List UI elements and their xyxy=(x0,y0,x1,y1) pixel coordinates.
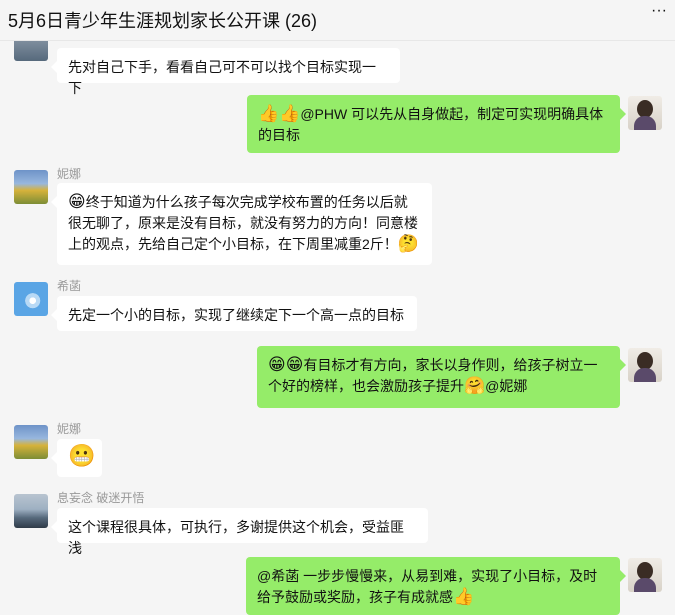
title-bar: 5月6日青少年生涯规划家长公开课 (26) ··· xyxy=(0,0,675,41)
message-text: 先定一个小的目标，实现了继续定下一个高一点的目标 xyxy=(68,307,404,323)
avatar-self[interactable] xyxy=(628,96,662,130)
mention-text: @妮娜 xyxy=(485,378,528,394)
message-text: 有目标才有方向，家长以身作则，给孩子树立一个好的榜样，也会激励孩子提升 xyxy=(268,357,598,394)
grimacing-face-icon: 😬 xyxy=(68,444,96,469)
avatar[interactable] xyxy=(14,170,48,204)
thumbs-up-icon: 👍👍 xyxy=(258,104,301,124)
sender-name: 息妄念 破迷开悟 xyxy=(57,491,145,505)
message-bubble[interactable]: 先对自己下手，看看自己可不可以找个目标实现一下 xyxy=(51,48,400,96)
avatar-self[interactable] xyxy=(628,348,662,382)
grinning-face-icon: 😁 xyxy=(68,192,86,212)
avatar[interactable] xyxy=(14,282,48,316)
avatar-self[interactable] xyxy=(628,558,662,592)
sender-name: 希菡 xyxy=(57,279,82,293)
hugging-face-icon: 🤗 xyxy=(464,376,486,396)
avatar[interactable] xyxy=(14,41,48,61)
message-text: @希菡 一步步慢慢来，从易到难，实现了小目标，及时给予鼓励或奖励，孩子有成就感 xyxy=(257,568,598,605)
message-text: 终于知道为什么孩子每次完成学校布置的任务以后就很无聊了，原来是没有目标，就没有努… xyxy=(68,194,418,252)
thumbs-up-icon: 👍 xyxy=(453,587,475,607)
more-options-icon[interactable]: ··· xyxy=(651,2,667,20)
message-bubble[interactable]: 先定一个小的目标，实现了继续定下一个高一点的目标 xyxy=(51,296,417,331)
message-text: 这个课程很具体，可执行，多谢提供这个机会，受益匪浅 xyxy=(68,519,404,556)
message-bubble[interactable]: 👍👍@PHW 可以先从自身做起，制定可实现明确具体的目标 xyxy=(247,95,626,153)
grinning-face-icon: 😁😁 xyxy=(268,355,304,375)
message-list[interactable]: 先对自己下手，看看自己可不可以找个目标实现一下 👍👍@PHW 可以先从自身做起，… xyxy=(0,41,675,615)
avatar[interactable] xyxy=(14,425,48,459)
message-bubble[interactable]: 😬 xyxy=(51,439,102,477)
chat-window: 5月6日青少年生涯规划家长公开课 (26) ··· 先对自己下手，看看自己可不可… xyxy=(0,0,675,615)
avatar[interactable] xyxy=(14,494,48,528)
message-text: 先对自己下手，看看自己可不可以找个目标实现一下 xyxy=(68,59,376,96)
thinking-face-icon: 🤔 xyxy=(397,234,419,254)
chat-title: 5月6日青少年生涯规划家长公开课 (26) xyxy=(8,11,318,31)
sender-name: 妮娜 xyxy=(57,422,82,436)
message-bubble[interactable]: 这个课程很具体，可执行，多谢提供这个机会，受益匪浅 xyxy=(51,508,428,556)
message-bubble[interactable]: 😁😁有目标才有方向，家长以身作则，给孩子树立一个好的榜样，也会激励孩子提升🤗@妮… xyxy=(257,346,626,408)
message-bubble[interactable]: @希菡 一步步慢慢来，从易到难，实现了小目标，及时给予鼓励或奖励，孩子有成就感👍 xyxy=(246,557,626,615)
message-bubble[interactable]: 😁终于知道为什么孩子每次完成学校布置的任务以后就很无聊了，原来是没有目标，就没有… xyxy=(51,183,432,265)
message-text: @PHW 可以先从自身做起，制定可实现明确具体的目标 xyxy=(258,106,604,143)
sender-name: 妮娜 xyxy=(57,167,82,181)
